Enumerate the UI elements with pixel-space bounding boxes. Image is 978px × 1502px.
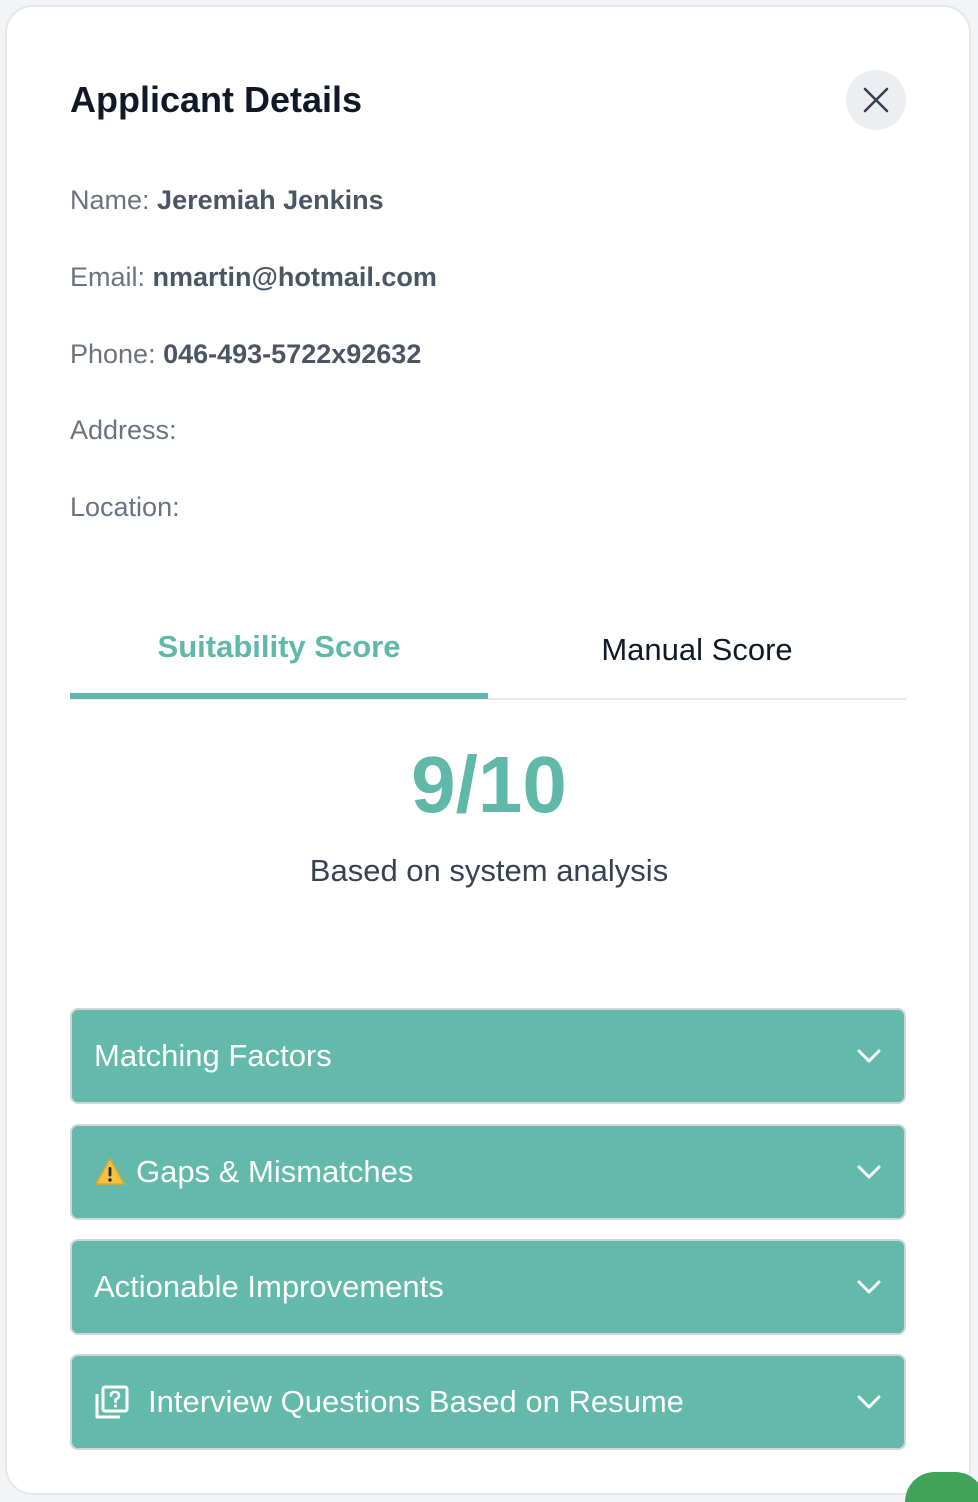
field-address: Address: xyxy=(70,414,177,446)
section-matching-factors[interactable]: Matching Factors xyxy=(70,1008,906,1104)
chevron-down-icon xyxy=(856,1164,882,1180)
section-actionable-improvements[interactable]: Actionable Improvements xyxy=(70,1239,906,1335)
tab-suitability-score[interactable]: Suitability Score xyxy=(70,600,488,699)
section-actionable-improvements-label: Actionable Improvements xyxy=(94,1269,444,1304)
panel-title: Applicant Details xyxy=(70,79,363,120)
field-name: Name: Jeremiah Jenkins xyxy=(70,184,384,216)
field-phone: Phone: 046-493-5722x92632 xyxy=(70,338,421,370)
section-matching-factors-label: Matching Factors xyxy=(94,1038,332,1073)
section-gaps-mismatches[interactable]: Gaps & Mismatches xyxy=(70,1124,906,1220)
tab-manual-score[interactable]: Manual Score xyxy=(488,600,906,700)
field-phone-label: Phone: xyxy=(70,339,156,369)
section-interview-questions[interactable]: Interview Questions Based on Resume xyxy=(70,1354,906,1450)
field-address-label: Address: xyxy=(70,415,177,445)
field-phone-value: 046-493-5722x92632 xyxy=(163,339,422,369)
suitability-score-value: 9/10 xyxy=(411,740,567,829)
field-email-label: Email: xyxy=(70,262,146,292)
field-name-label: Name: xyxy=(70,185,150,215)
field-email: Email: nmartin@hotmail.com xyxy=(70,261,437,293)
section-gaps-mismatches-label: Gaps & Mismatches xyxy=(136,1154,414,1189)
chevron-down-icon xyxy=(856,1048,882,1064)
section-interview-questions-label: Interview Questions Based on Resume xyxy=(148,1384,684,1419)
chevron-down-icon xyxy=(856,1279,882,1295)
field-location: Location: xyxy=(70,491,180,523)
close-button[interactable] xyxy=(846,70,906,130)
chevron-down-icon xyxy=(856,1394,882,1410)
score-caption: Based on system analysis xyxy=(309,853,669,888)
score-tabs: Suitability Score Manual Score xyxy=(70,600,906,700)
field-location-label: Location: xyxy=(70,492,180,522)
question-cards-icon xyxy=(94,1384,130,1420)
warning-icon xyxy=(94,1157,126,1187)
field-name-value: Jeremiah Jenkins xyxy=(157,185,384,215)
close-icon xyxy=(862,86,890,114)
field-email-value: nmartin@hotmail.com xyxy=(152,262,437,292)
